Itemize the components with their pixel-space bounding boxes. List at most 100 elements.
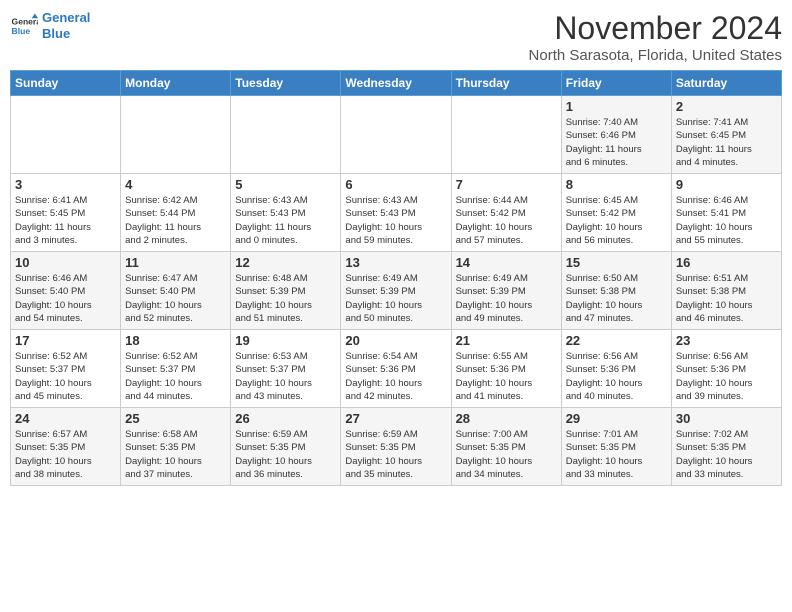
day-info: Sunrise: 6:42 AM Sunset: 5:44 PM Dayligh…	[125, 194, 226, 247]
day-number: 20	[345, 333, 446, 348]
logo-icon: General Blue	[10, 12, 38, 40]
day-number: 4	[125, 177, 226, 192]
day-cell: 29Sunrise: 7:01 AM Sunset: 5:35 PM Dayli…	[561, 408, 671, 486]
weekday-header-saturday: Saturday	[671, 71, 781, 96]
day-number: 14	[456, 255, 557, 270]
day-number: 15	[566, 255, 667, 270]
day-number: 18	[125, 333, 226, 348]
page-header: General Blue General Blue November 2024 …	[10, 10, 782, 64]
day-cell: 27 Sunrise: 6:59 AM Sunset: 5:35 PM Dayli…	[341, 408, 451, 486]
day-cell: 19 Sunrise: 6:53 AM Sunset: 5:37 PM Dayli…	[231, 330, 341, 408]
day-info: Sunrise: 6:52 AM Sunset: 5:37 PM Dayligh…	[15, 350, 116, 403]
day-number: 23	[676, 333, 777, 348]
day-cell: 1 Sunrise: 7:40 AM Sunset: 6:46 PM Daylig…	[561, 96, 671, 174]
day-cell: 16 Sunrise: 6:51 AM Sunset: 5:38 PM Dayli…	[671, 252, 781, 330]
weekday-header-wednesday: Wednesday	[341, 71, 451, 96]
day-number: 12	[235, 255, 336, 270]
day-cell: 18 Sunrise: 6:52 AM Sunset: 5:37 PM Dayli…	[121, 330, 231, 408]
day-cell: 22Sunrise: 6:56 AM Sunset: 5:36 PM Dayli…	[561, 330, 671, 408]
day-cell: 3Sunrise: 6:41 AM Sunset: 5:45 PM Daylig…	[11, 174, 121, 252]
day-number: 10	[15, 255, 116, 270]
day-info: Sunrise: 7:40 AM Sunset: 6:46 PM Dayligh…	[566, 116, 667, 169]
day-info: Sunrise: 6:59 AM Sunset: 5:35 PM Dayligh…	[235, 428, 336, 481]
day-info: Sunrise: 6:52 AM Sunset: 5:37 PM Dayligh…	[125, 350, 226, 403]
day-info: Sunrise: 7:00 AM Sunset: 5:35 PM Dayligh…	[456, 428, 557, 481]
day-info: Sunrise: 7:02 AM Sunset: 5:35 PM Dayligh…	[676, 428, 777, 481]
day-info: Sunrise: 6:56 AM Sunset: 5:36 PM Dayligh…	[566, 350, 667, 403]
day-number: 25	[125, 411, 226, 426]
day-cell: 21Sunrise: 6:55 AM Sunset: 5:36 PM Dayli…	[451, 330, 561, 408]
day-info: Sunrise: 6:43 AM Sunset: 5:43 PM Dayligh…	[345, 194, 446, 247]
day-info: Sunrise: 6:58 AM Sunset: 5:35 PM Dayligh…	[125, 428, 226, 481]
day-info: Sunrise: 7:01 AM Sunset: 5:35 PM Dayligh…	[566, 428, 667, 481]
day-cell: 23 Sunrise: 6:56 AM Sunset: 5:36 PM Dayli…	[671, 330, 781, 408]
location-subtitle: North Sarasota, Florida, United States	[529, 47, 782, 64]
day-cell	[341, 96, 451, 174]
day-info: Sunrise: 6:50 AM Sunset: 5:38 PM Dayligh…	[566, 272, 667, 325]
day-number: 19	[235, 333, 336, 348]
day-cell: 9 Sunrise: 6:46 AM Sunset: 5:41 PM Daylig…	[671, 174, 781, 252]
day-cell: 17 Sunrise: 6:52 AM Sunset: 5:37 PM Dayli…	[11, 330, 121, 408]
day-info: Sunrise: 6:43 AM Sunset: 5:43 PM Dayligh…	[235, 194, 336, 247]
day-cell: 5 Sunrise: 6:43 AM Sunset: 5:43 PM Daylig…	[231, 174, 341, 252]
weekday-header-friday: Friday	[561, 71, 671, 96]
logo-line1: General	[42, 10, 90, 25]
day-number: 16	[676, 255, 777, 270]
day-cell: 26 Sunrise: 6:59 AM Sunset: 5:35 PM Dayli…	[231, 408, 341, 486]
day-number: 13	[345, 255, 446, 270]
day-cell: 14 Sunrise: 6:49 AM Sunset: 5:39 PM Dayli…	[451, 252, 561, 330]
day-info: Sunrise: 6:49 AM Sunset: 5:39 PM Dayligh…	[456, 272, 557, 325]
day-info: Sunrise: 7:41 AM Sunset: 6:45 PM Dayligh…	[676, 116, 777, 169]
day-number: 5	[235, 177, 336, 192]
day-number: 28	[456, 411, 557, 426]
day-number: 30	[676, 411, 777, 426]
day-cell	[11, 96, 121, 174]
day-cell	[231, 96, 341, 174]
day-number: 6	[345, 177, 446, 192]
day-info: Sunrise: 6:46 AM Sunset: 5:40 PM Dayligh…	[15, 272, 116, 325]
day-cell: 4 Sunrise: 6:42 AM Sunset: 5:44 PM Daylig…	[121, 174, 231, 252]
day-info: Sunrise: 6:41 AM Sunset: 5:45 PM Dayligh…	[15, 194, 116, 247]
day-number: 24	[15, 411, 116, 426]
day-cell: 28 Sunrise: 7:00 AM Sunset: 5:35 PM Dayli…	[451, 408, 561, 486]
day-info: Sunrise: 6:49 AM Sunset: 5:39 PM Dayligh…	[345, 272, 446, 325]
week-row-2: 3Sunrise: 6:41 AM Sunset: 5:45 PM Daylig…	[11, 174, 782, 252]
weekday-header-tuesday: Tuesday	[231, 71, 341, 96]
week-row-1: 1 Sunrise: 7:40 AM Sunset: 6:46 PM Daylig…	[11, 96, 782, 174]
day-cell: 11Sunrise: 6:47 AM Sunset: 5:40 PM Dayli…	[121, 252, 231, 330]
day-info: Sunrise: 6:57 AM Sunset: 5:35 PM Dayligh…	[15, 428, 116, 481]
day-info: Sunrise: 6:53 AM Sunset: 5:37 PM Dayligh…	[235, 350, 336, 403]
title-block: November 2024 North Sarasota, Florida, U…	[529, 10, 782, 64]
day-cell: 20 Sunrise: 6:54 AM Sunset: 5:36 PM Dayli…	[341, 330, 451, 408]
logo-line2: Blue	[42, 26, 70, 41]
day-cell: 8Sunrise: 6:45 AM Sunset: 5:42 PM Daylig…	[561, 174, 671, 252]
day-number: 21	[456, 333, 557, 348]
week-row-3: 10 Sunrise: 6:46 AM Sunset: 5:40 PM Dayli…	[11, 252, 782, 330]
day-info: Sunrise: 6:59 AM Sunset: 5:35 PM Dayligh…	[345, 428, 446, 481]
day-info: Sunrise: 6:45 AM Sunset: 5:42 PM Dayligh…	[566, 194, 667, 247]
day-cell	[121, 96, 231, 174]
weekday-header-thursday: Thursday	[451, 71, 561, 96]
day-info: Sunrise: 6:56 AM Sunset: 5:36 PM Dayligh…	[676, 350, 777, 403]
day-number: 2	[676, 99, 777, 114]
day-info: Sunrise: 6:48 AM Sunset: 5:39 PM Dayligh…	[235, 272, 336, 325]
day-cell: 24 Sunrise: 6:57 AM Sunset: 5:35 PM Dayli…	[11, 408, 121, 486]
logo-text: General Blue	[42, 10, 90, 41]
day-cell: 10 Sunrise: 6:46 AM Sunset: 5:40 PM Dayli…	[11, 252, 121, 330]
day-number: 27	[345, 411, 446, 426]
day-cell: 2 Sunrise: 7:41 AM Sunset: 6:45 PM Daylig…	[671, 96, 781, 174]
logo: General Blue General Blue	[10, 10, 90, 41]
day-number: 9	[676, 177, 777, 192]
day-info: Sunrise: 6:54 AM Sunset: 5:36 PM Dayligh…	[345, 350, 446, 403]
day-number: 1	[566, 99, 667, 114]
day-number: 17	[15, 333, 116, 348]
day-cell: 13 Sunrise: 6:49 AM Sunset: 5:39 PM Dayli…	[341, 252, 451, 330]
weekday-header-row: SundayMondayTuesdayWednesdayThursdayFrid…	[11, 71, 782, 96]
day-info: Sunrise: 6:46 AM Sunset: 5:41 PM Dayligh…	[676, 194, 777, 247]
day-info: Sunrise: 6:51 AM Sunset: 5:38 PM Dayligh…	[676, 272, 777, 325]
day-cell: 30 Sunrise: 7:02 AM Sunset: 5:35 PM Dayli…	[671, 408, 781, 486]
weekday-header-monday: Monday	[121, 71, 231, 96]
day-cell: 15 Sunrise: 6:50 AM Sunset: 5:38 PM Dayli…	[561, 252, 671, 330]
day-cell: 6 Sunrise: 6:43 AM Sunset: 5:43 PM Daylig…	[341, 174, 451, 252]
day-number: 26	[235, 411, 336, 426]
